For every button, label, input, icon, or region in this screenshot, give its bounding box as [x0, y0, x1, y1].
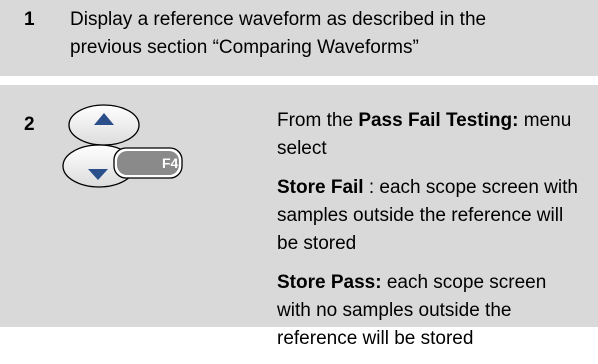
step-2-text: From the Pass Fail Testing: menu select …	[277, 107, 595, 364]
step-number: 1	[24, 9, 35, 30]
step-2-row: 2 F4 From the Pass Fail Testing: menu se…	[0, 85, 598, 349]
up-arrow-key	[68, 104, 140, 146]
menu-instruction: From the Pass Fail Testing: menu select	[277, 110, 572, 159]
f4-key-label: F4	[162, 155, 179, 171]
arrow-keys-illustration	[62, 104, 183, 188]
store-fail-description: Store Fail : each scope screen with samp…	[277, 177, 578, 254]
step-1-line-2: previous section “Comparing Waveforms”	[70, 37, 419, 58]
store-pass-description: Store Pass: each scope screen with no sa…	[277, 272, 547, 349]
step-1-text: Display a reference waveform as describe…	[70, 6, 590, 62]
key-illustration: F4	[62, 103, 187, 193]
step-1-line-1: Display a reference waveform as describe…	[70, 9, 487, 30]
store-pass-label: Store Pass:	[277, 272, 382, 293]
menu-name: Pass Fail Testing:	[358, 110, 519, 131]
step-1-row: 1 Display a reference waveform as descri…	[0, 0, 598, 76]
store-fail-label: Store Fail	[277, 177, 364, 198]
step-number: 2	[24, 114, 35, 135]
